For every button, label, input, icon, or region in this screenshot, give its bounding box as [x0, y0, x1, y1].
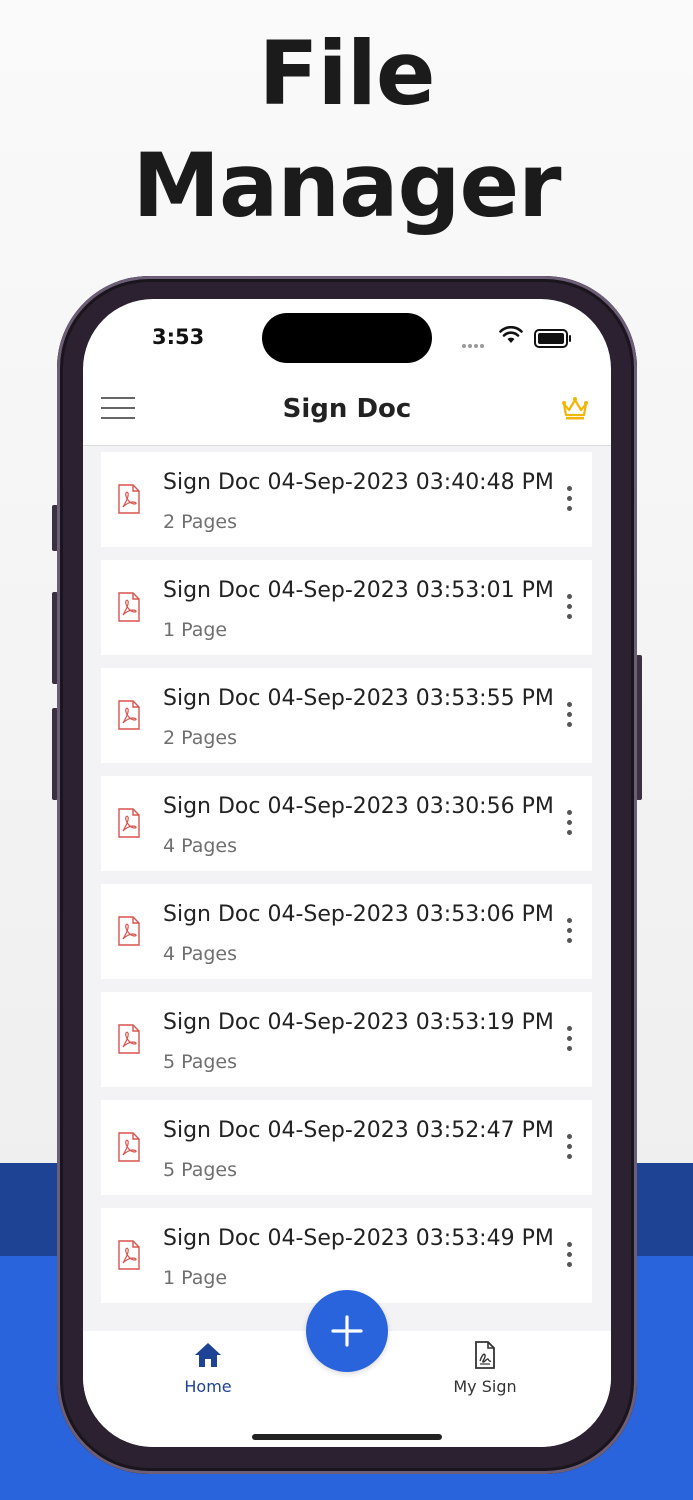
document-item[interactable]: Sign Doc 04-Sep-2023 03:53:01 PM 1 Page: [101, 560, 592, 655]
document-page-count: 2 Pages: [163, 727, 238, 749]
more-options-icon[interactable]: [565, 810, 573, 838]
tab-home-label: Home: [184, 1377, 232, 1396]
document-item[interactable]: Sign Doc 04-Sep-2023 03:53:06 PM 4 Pages: [101, 884, 592, 979]
document-item[interactable]: Sign Doc 04-Sep-2023 03:53:49 PM 1 Page: [101, 1208, 592, 1303]
plus-icon: [331, 1315, 363, 1347]
pdf-file-icon: [118, 916, 140, 946]
document-page-count: 1 Page: [163, 619, 228, 641]
home-indicator[interactable]: [252, 1434, 442, 1440]
document-item[interactable]: Sign Doc 04-Sep-2023 03:53:55 PM 2 Pages: [101, 668, 592, 763]
document-title: Sign Doc 04-Sep-2023 03:53:01 PM: [163, 578, 554, 603]
status-bar: 3:53: [83, 299, 611, 379]
home-icon: [195, 1343, 221, 1367]
headline-line-2: Manager: [132, 134, 561, 237]
app-bar: Sign Doc: [83, 379, 611, 446]
document-item[interactable]: Sign Doc 04-Sep-2023 03:52:47 PM 5 Pages: [101, 1100, 592, 1195]
document-title: Sign Doc 04-Sep-2023 03:53:19 PM: [163, 1010, 554, 1035]
document-title: Sign Doc 04-Sep-2023 03:53:06 PM: [163, 902, 554, 927]
cellular-signal-icon: [462, 333, 486, 352]
more-options-icon[interactable]: [565, 918, 573, 946]
signed-document-icon: [475, 1341, 495, 1369]
pdf-file-icon: [118, 700, 140, 730]
pdf-file-icon: [118, 1132, 140, 1162]
document-list: Sign Doc 04-Sep-2023 03:40:48 PM 2 Pages…: [83, 446, 611, 1331]
document-title: Sign Doc 04-Sep-2023 03:53:55 PM: [163, 686, 554, 711]
document-page-count: 2 Pages: [163, 511, 238, 533]
dynamic-island: [262, 313, 432, 363]
more-options-icon[interactable]: [565, 1026, 573, 1054]
document-page-count: 1 Page: [163, 1267, 228, 1289]
pdf-file-icon: [118, 1240, 140, 1270]
headline-line-1: File: [258, 22, 435, 125]
document-page-count: 5 Pages: [163, 1159, 238, 1181]
document-title: Sign Doc 04-Sep-2023 03:53:49 PM: [163, 1226, 554, 1251]
app-title: Sign Doc: [282, 394, 412, 424]
add-document-button[interactable]: [306, 1290, 388, 1372]
document-title: Sign Doc 04-Sep-2023 03:30:56 PM: [163, 794, 554, 819]
more-options-icon[interactable]: [565, 1134, 573, 1162]
document-page-count: 4 Pages: [163, 835, 238, 857]
document-title: Sign Doc 04-Sep-2023 03:52:47 PM: [163, 1118, 554, 1143]
document-title: Sign Doc 04-Sep-2023 03:40:48 PM: [163, 470, 554, 495]
crown-icon[interactable]: [561, 395, 589, 421]
document-page-count: 4 Pages: [163, 943, 238, 965]
document-item[interactable]: Sign Doc 04-Sep-2023 03:40:48 PM 2 Pages: [101, 452, 592, 547]
status-time: 3:53: [152, 325, 205, 349]
document-page-count: 5 Pages: [163, 1051, 238, 1073]
document-item[interactable]: Sign Doc 04-Sep-2023 03:30:56 PM 4 Pages: [101, 776, 592, 871]
more-options-icon[interactable]: [565, 702, 573, 730]
more-options-icon[interactable]: [565, 1242, 573, 1270]
document-item[interactable]: Sign Doc 04-Sep-2023 03:53:19 PM 5 Pages: [101, 992, 592, 1087]
pdf-file-icon: [118, 592, 140, 622]
pdf-file-icon: [118, 484, 140, 514]
more-options-icon[interactable]: [565, 594, 573, 622]
pdf-file-icon: [118, 808, 140, 838]
phone-screen: 3:53 Sign Doc Sign Doc 04-Sep-2023 03:40…: [83, 299, 611, 1447]
more-options-icon[interactable]: [565, 486, 573, 514]
wifi-icon: [499, 326, 523, 343]
pdf-file-icon: [118, 1024, 140, 1054]
battery-icon: [534, 329, 571, 348]
tab-my-sign-label: My Sign: [453, 1377, 517, 1396]
